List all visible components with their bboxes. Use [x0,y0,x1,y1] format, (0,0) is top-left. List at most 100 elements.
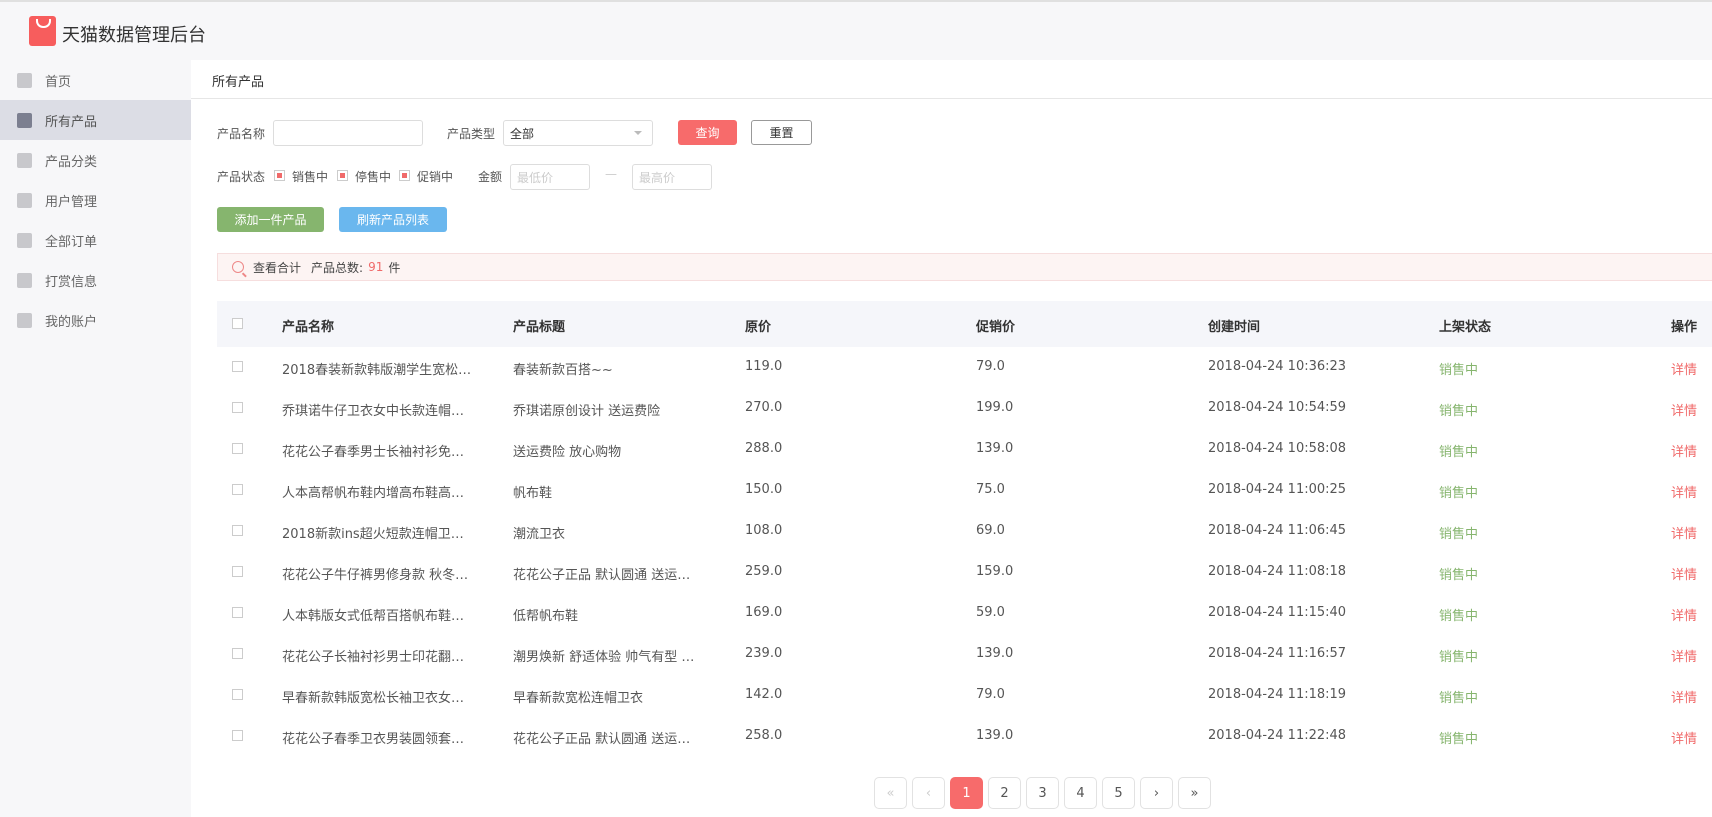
details-link[interactable]: 详情 [1671,441,1697,460]
table-cell: 乔琪诺牛仔卫衣女中长款连帽… [282,404,465,419]
refresh-product-list-button[interactable]: 刷新产品列表 [339,207,447,232]
table-cell: 销售中 [1439,609,1479,624]
table-cell: 75.0 [976,482,1005,497]
sidebar-item-3[interactable]: 用户管理 [0,180,191,220]
details-link[interactable]: 详情 [1671,400,1697,419]
details-link[interactable]: 详情 [1671,605,1697,624]
table-cell: 销售中 [1439,486,1479,501]
row-checkbox[interactable] [232,648,243,659]
row-checkbox[interactable] [232,484,243,495]
table-cell: 79.0 [976,687,1005,702]
min-price-input[interactable]: 最低价 [510,164,590,190]
table-cell: 142.0 [745,687,783,702]
details-link[interactable]: 详情 [1671,482,1697,501]
table-cell: 139.0 [976,441,1014,456]
row-checkbox[interactable] [232,566,243,577]
product-type-label: 产品类型 [447,127,496,141]
column-header: 上架状态 [1439,320,1492,335]
details-link[interactable]: 详情 [1671,359,1697,378]
sidebar-item-4[interactable]: 全部订单 [0,220,191,260]
product-name-label: 产品名称 [217,127,266,141]
table-cell: 2018-04-24 11:08:18 [1208,564,1347,579]
table-cell: 258.0 [745,728,783,743]
row-checkbox[interactable] [232,361,243,372]
row-checkbox[interactable] [232,607,243,618]
table-cell: 199.0 [976,400,1014,415]
table-cell: 销售中 [1439,568,1479,583]
row-checkbox[interactable] [232,443,243,454]
total-label: 产品总数: [311,260,364,275]
sidebar-item-label: 打赏信息 [45,274,98,290]
header: 天猫数据管理后台 [0,2,1712,60]
table-cell: 239.0 [745,646,783,661]
table-cell: 低帮帆布鞋 [513,609,579,624]
amount-label: 金额 [478,170,503,184]
table-cell: 早春新款宽松连帽卫衣 [513,691,644,706]
table-row: 2018新款ins超火短款连帽卫… 潮流卫衣 108.0 69.0 2018-04-24… [217,511,1712,552]
table-cell: 79.0 [976,359,1005,374]
row-checkbox[interactable] [232,525,243,536]
status-checkbox-off-sale[interactable] [337,170,348,181]
row-checkbox[interactable] [232,689,243,700]
summary-bar: 查看合计 产品总数: 91 件 [217,253,1712,281]
reset-button[interactable]: 重置 [751,120,812,145]
table-cell: 花花公子春季卫衣男装圆领套… [282,732,465,747]
table-row: 花花公子春季卫衣男装圆领套… 花花公子正品 默认圆通 送运… 258.0 139.0 2… [217,716,1712,757]
pagination-page-2-button[interactable]: 2 [988,777,1021,809]
pagination-page-4-button[interactable]: 4 [1064,777,1097,809]
total-count: 91 [368,260,384,274]
status-off-sale-label: 停售中 [355,170,392,184]
pagination-page-5-button[interactable]: 5 [1102,777,1135,809]
pagination-page-1-button[interactable]: 1 [950,777,983,809]
pagination-prev-button[interactable]: ‹ [912,777,945,809]
table-cell: 2018-04-24 10:36:23 [1208,359,1347,374]
sidebar-item-0[interactable]: 首页 [0,60,191,100]
sidebar-item-label: 用户管理 [45,194,98,210]
product-type-select[interactable]: 全部 [503,120,653,146]
sidebar-item-label: 产品分类 [45,154,98,170]
table-row: 花花公子牛仔裤男修身款 秋冬… 花花公子正品 默认圆通 送运… 259.0 159.0… [217,552,1712,593]
product-name-input[interactable] [273,120,423,146]
pagination-first-button[interactable]: « [874,777,907,809]
table-row: 花花公子春季男士长袖衬衫免… 送运费险 放心购物 288.0 139.0 2018-04… [217,429,1712,470]
user-icon [17,192,32,208]
table-cell: 销售中 [1439,445,1479,460]
table-cell: 花花公子牛仔裤男修身款 秋冬… [282,568,469,583]
coin-icon [17,272,32,288]
sidebar-item-1[interactable]: 所有产品 [0,100,191,140]
details-link[interactable]: 详情 [1671,646,1697,665]
table-row: 乔琪诺牛仔卫衣女中长款连帽… 乔琪诺原创设计 送运费险 270.0 199.0 2018… [217,388,1712,429]
table-cell: 潮男焕新 舒适体验 帅气有型 … [513,650,695,665]
product-type-value: 全部 [510,127,535,141]
table-cell: 288.0 [745,441,783,456]
row-checkbox[interactable] [232,402,243,413]
column-header: 原价 [745,320,772,335]
details-link[interactable]: 详情 [1671,523,1697,542]
status-checkbox-on-sale[interactable] [274,170,285,181]
pagination-last-button[interactable]: » [1178,777,1211,809]
gear-icon [17,312,32,328]
pagination-page-3-button[interactable]: 3 [1026,777,1059,809]
table-row: 人本高帮帆布鞋内增高布鞋高… 帆布鞋 150.0 75.0 2018-04-24 11:… [217,470,1712,511]
table-cell: 花花公子正品 默认圆通 送运… [513,732,691,747]
table-cell: 人本高帮帆布鞋内增高布鞋高… [282,486,465,501]
query-button[interactable]: 查询 [678,120,737,145]
details-link[interactable]: 详情 [1671,728,1697,747]
add-product-button[interactable]: 添加一件产品 [217,207,324,232]
table-cell: 早春新款韩版宽松长袖卫衣女… [282,691,465,706]
divider [191,98,1712,99]
pagination-next-button[interactable]: › [1140,777,1173,809]
status-checkbox-promo[interactable] [399,170,410,181]
sidebar-item-6[interactable]: 我的账户 [0,300,191,340]
sidebar-item-5[interactable]: 打赏信息 [0,260,191,300]
sidebar-item-2[interactable]: 产品分类 [0,140,191,180]
table-cell: 2018-04-24 11:15:40 [1208,605,1347,620]
select-all-checkbox[interactable] [232,318,243,329]
column-header: 促销价 [976,320,1016,335]
table-cell: 2018春装新款韩版潮学生宽松… [282,363,472,378]
details-link[interactable]: 详情 [1671,687,1697,706]
details-link[interactable]: 详情 [1671,564,1697,583]
table-cell: 乔琪诺原创设计 送运费险 [513,404,661,419]
max-price-input[interactable]: 最高价 [632,164,712,190]
row-checkbox[interactable] [232,730,243,741]
